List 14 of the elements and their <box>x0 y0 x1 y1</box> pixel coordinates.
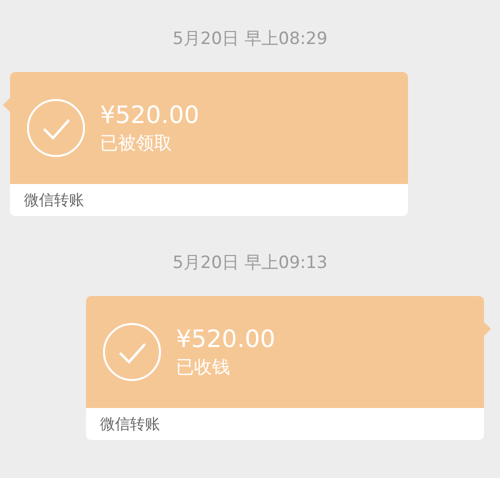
bubble-tail <box>3 98 10 112</box>
transfer-amount: ¥520.00 <box>176 324 276 354</box>
check-circle-icon <box>102 322 162 382</box>
transfer-card[interactable]: ¥520.00 已被领取 微信转账 <box>10 72 408 216</box>
transfer-status: 已收钱 <box>176 356 231 380</box>
bubble-tail <box>484 322 491 336</box>
message-time: 5月20日 早上09:13 <box>172 252 328 275</box>
transfer-card[interactable]: ¥520.00 已收钱 微信转账 <box>86 296 484 440</box>
check-circle-icon <box>26 98 86 158</box>
transfer-amount: ¥520.00 <box>100 100 200 130</box>
transfer-label: 微信转账 <box>100 414 160 434</box>
transfer-label: 微信转账 <box>24 190 84 210</box>
message-time: 5月20日 早上08:29 <box>172 28 328 51</box>
transfer-status: 已被领取 <box>100 132 173 156</box>
